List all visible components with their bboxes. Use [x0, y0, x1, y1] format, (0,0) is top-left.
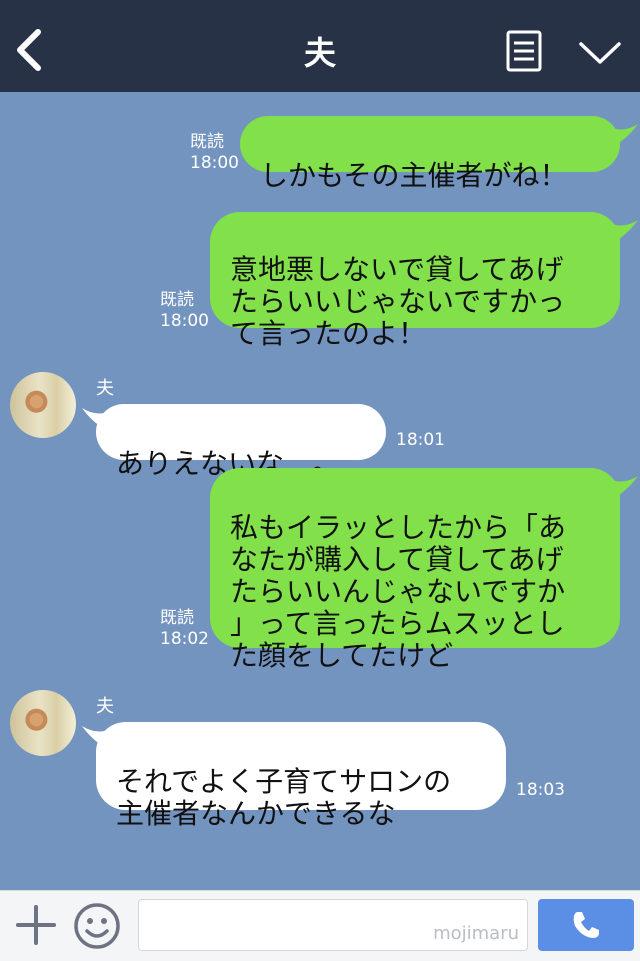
- chat-area[interactable]: 既読 18:00 しかもその主催者がね！ 既読 18:00 意地悪しないで貸して…: [0, 92, 640, 890]
- chat-header: 夫: [0, 0, 640, 92]
- input-bar: mojimaru: [0, 890, 640, 961]
- message-time: 18:00: [190, 153, 239, 173]
- message-meta: 既読 18:02: [160, 608, 209, 650]
- message-time: 18:02: [160, 629, 209, 649]
- read-receipt: 既読: [190, 132, 224, 152]
- chevron-down-icon[interactable]: [578, 38, 622, 66]
- incoming-message-bubble[interactable]: それでよく子育てサロンの 主催者なんかできるな: [96, 722, 506, 830]
- message-input[interactable]: mojimaru: [138, 899, 528, 951]
- emoji-icon[interactable]: [72, 901, 122, 951]
- bubble-tail: [608, 220, 638, 242]
- outgoing-message-bubble[interactable]: 意地悪しないで貸してあげ たらいいじゃないですかっ て言ったのよ！: [210, 212, 620, 350]
- outgoing-message-bubble[interactable]: しかもその主催者がね！: [240, 116, 620, 192]
- plus-icon[interactable]: [14, 903, 58, 947]
- message-text: それでよく子育てサロンの 主催者なんかできるな: [116, 765, 452, 830]
- message-text: しかもその主催者がね！: [260, 159, 568, 192]
- bubble-tail: [608, 124, 638, 146]
- message-time: 18:00: [160, 311, 209, 331]
- message-time: 18:03: [516, 780, 565, 800]
- message-text: 私もイラッとしたから「あ なたが購入して貸してあげ たらいいんじゃないですか 」…: [230, 511, 567, 672]
- read-receipt: 既読: [160, 290, 194, 310]
- message-meta: 既読 18:00: [190, 132, 239, 174]
- watermark: mojimaru: [433, 923, 519, 944]
- bubble-tail: [608, 476, 638, 498]
- chat-title: 夫: [303, 34, 336, 72]
- incoming-message-bubble[interactable]: ありえないな…。: [96, 404, 386, 480]
- notes-icon[interactable]: [506, 30, 542, 72]
- avatar[interactable]: [10, 690, 76, 756]
- sender-name: 夫: [96, 696, 114, 717]
- read-receipt: 既読: [160, 608, 194, 628]
- outgoing-message-bubble[interactable]: 私もイラッとしたから「あ なたが購入して貸してあげ たらいいんじゃないですか 」…: [210, 468, 620, 672]
- call-button[interactable]: [538, 899, 634, 951]
- message-time: 18:01: [396, 430, 445, 450]
- avatar[interactable]: [10, 372, 76, 438]
- message-text: 意地悪しないで貸してあげ たらいいじゃないですかっ て言ったのよ！: [230, 253, 566, 350]
- message-meta: 既読 18:00: [160, 290, 209, 332]
- phone-icon: [573, 912, 599, 938]
- sender-name: 夫: [96, 378, 114, 399]
